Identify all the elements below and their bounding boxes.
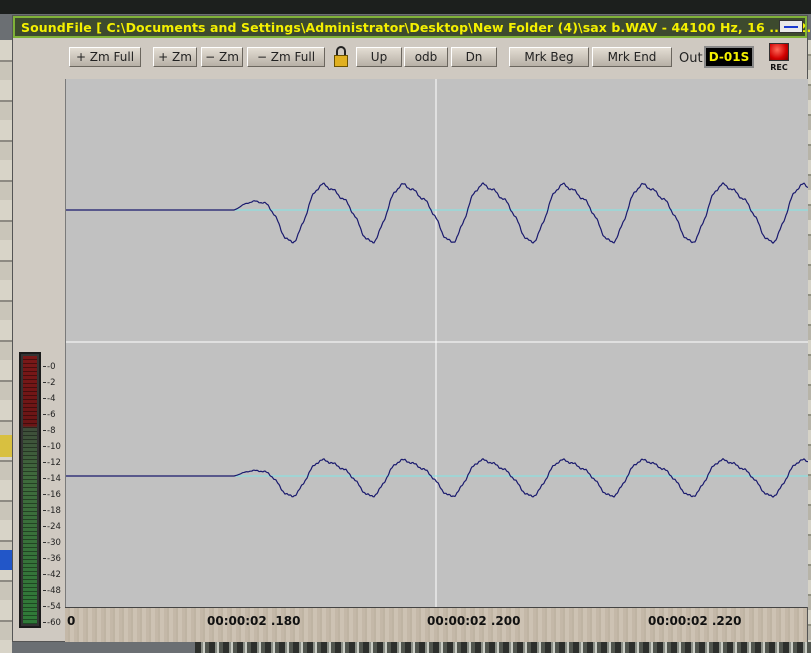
record-button[interactable]: REC bbox=[765, 43, 793, 75]
meter-scale-label: -0 bbox=[43, 362, 55, 372]
meter-scale-label: -14 bbox=[43, 474, 61, 484]
ruler-time-label: 00:00:02 .200 bbox=[427, 614, 521, 628]
mark-end-button[interactable]: Mrk End bbox=[592, 47, 672, 67]
zoom-full-out-button[interactable]: − Zm Full bbox=[247, 47, 325, 67]
output-device-display[interactable]: D-01S bbox=[704, 46, 754, 68]
zoom-in-button[interactable]: + Zm bbox=[153, 47, 197, 67]
meter-scale-label: -30 bbox=[43, 538, 61, 548]
output-label: Out bbox=[679, 51, 703, 66]
background-app-button bbox=[0, 435, 12, 457]
waveform-display[interactable] bbox=[65, 79, 808, 607]
zoom-full-in-button[interactable]: + Zm Full bbox=[69, 47, 141, 67]
ruler-time-label: 00:00:02 .220 bbox=[648, 614, 742, 628]
meter-scale-label: -4 bbox=[43, 394, 55, 404]
background-app-strip-top bbox=[0, 0, 811, 14]
meter-scale-label: -2 bbox=[43, 378, 55, 388]
mark-begin-button[interactable]: Mrk Beg bbox=[509, 47, 589, 67]
background-app-highlight bbox=[0, 550, 12, 570]
meter-scale-label: -48 bbox=[43, 586, 61, 596]
background-app-strip-bottom bbox=[195, 642, 811, 653]
record-label: REC bbox=[770, 63, 788, 72]
lock-icon[interactable] bbox=[334, 46, 348, 68]
ruler-time-label: 00:00:02 .180 bbox=[207, 614, 301, 628]
level-meter-bar bbox=[23, 356, 37, 624]
soundfile-window: SoundFile [ C:\Documents and Settings\Ad… bbox=[12, 15, 811, 642]
level-meter-scale: -0 -2 -4 -6 -8 -10 -12 -14 -16 -18 -24 -30 -36 -42 -48… bbox=[43, 362, 63, 632]
meter-scale-label: -6 bbox=[43, 410, 55, 420]
background-app-strip-left bbox=[0, 40, 12, 653]
meter-scale-label: -42 bbox=[43, 570, 61, 580]
waveform-canvas[interactable] bbox=[66, 79, 808, 607]
toolbar: + Zm Full + Zm − Zm − Zm Full Up odb Dn … bbox=[13, 38, 807, 76]
window-titlebar[interactable]: SoundFile [ C:\Documents and Settings\Ad… bbox=[13, 16, 811, 38]
meter-scale-label: -60 bbox=[43, 618, 61, 628]
zoom-out-button[interactable]: − Zm bbox=[201, 47, 243, 67]
meter-scale-label: -10 bbox=[43, 442, 61, 452]
meter-scale-label: -24 bbox=[43, 522, 61, 532]
meter-scale-label: -8 bbox=[43, 426, 55, 436]
dn-button[interactable]: Dn bbox=[451, 47, 497, 67]
waveform-left-channel bbox=[66, 182, 808, 244]
meter-scale-label: -12 bbox=[43, 458, 61, 468]
record-led-icon bbox=[769, 43, 789, 61]
meter-scale-label: -54 bbox=[43, 602, 61, 612]
level-meter bbox=[19, 352, 41, 628]
meter-scale-label: -18 bbox=[43, 506, 61, 516]
meter-scale-label: -36 bbox=[43, 554, 61, 564]
meter-scale-label: -16 bbox=[43, 490, 61, 500]
waveform-right-channel bbox=[66, 457, 808, 498]
odb-button[interactable]: odb bbox=[404, 47, 448, 67]
window-title: SoundFile [ C:\Documents and Settings\Ad… bbox=[21, 19, 811, 35]
ruler-time-label: 0 bbox=[67, 614, 76, 628]
minimize-button[interactable] bbox=[779, 20, 803, 33]
time-ruler[interactable]: 0 00:00:02 .180 00:00:02 .200 00:00:02 .220 bbox=[65, 607, 807, 642]
up-button[interactable]: Up bbox=[356, 47, 402, 67]
